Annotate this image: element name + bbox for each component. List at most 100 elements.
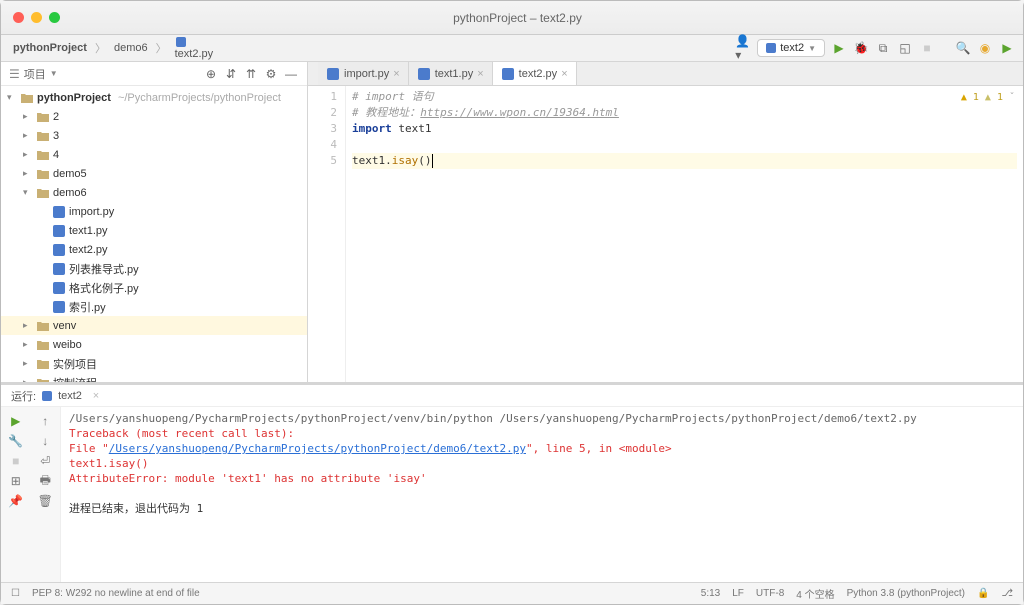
close-icon[interactable]: ×: [477, 68, 483, 80]
tree-folder[interactable]: ▸3: [1, 126, 307, 145]
run-body: ▶ ↑ 🔧 ↓ ■ ⏎ ⊞ 🖶 📌 🗑 /Users/yanshuopeng/P…: [1, 407, 1023, 582]
sidebar-menu-icon[interactable]: ☰: [9, 67, 20, 81]
minimize-window-icon[interactable]: [31, 12, 42, 23]
tree-file[interactable]: 索引.py: [1, 297, 307, 316]
wrap-icon[interactable]: ⏎: [31, 451, 61, 471]
line-gutter: 12345: [308, 86, 346, 382]
stop-icon[interactable]: ■: [1, 451, 31, 471]
collapse-icon[interactable]: ⇈: [243, 66, 259, 82]
tree-folder[interactable]: ▸4: [1, 145, 307, 164]
window-title: pythonProject – text2.py: [72, 11, 963, 25]
tree-root[interactable]: ▾pythonProject~/PycharmProjects/pythonPr…: [1, 88, 307, 107]
more-icon[interactable]: ▶: [999, 40, 1015, 56]
up-icon[interactable]: ↑: [31, 411, 61, 431]
status-position[interactable]: 5:13: [701, 588, 720, 599]
tool-icon[interactable]: 🔧: [1, 431, 31, 451]
tree-folder[interactable]: ▸weibo: [1, 335, 307, 354]
stop-icon[interactable]: ■: [919, 40, 935, 56]
console-line: /Users/yanshuopeng/PycharmProjects/pytho…: [69, 411, 1015, 426]
editor-body: 12345 ▲1 ▲1 ˇ # import 语句# 教程地址：https://…: [308, 86, 1023, 382]
trash-icon[interactable]: 🗑: [31, 491, 61, 511]
zoom-window-icon[interactable]: [49, 12, 60, 23]
gear-icon[interactable]: ⚙: [263, 66, 279, 82]
code-line[interactable]: [352, 137, 1017, 153]
tree-folder[interactable]: ▸实例项目: [1, 354, 307, 373]
python-file-icon: [501, 67, 515, 81]
run-config-select[interactable]: text2 ▼: [757, 39, 825, 57]
close-icon[interactable]: ×: [88, 388, 104, 404]
breadcrumb-item[interactable]: pythonProject: [9, 40, 91, 56]
python-file-icon: [766, 43, 776, 53]
tree-file[interactable]: text1.py: [1, 221, 307, 240]
tree-folder[interactable]: ▸控制流程: [1, 373, 307, 382]
lock-icon[interactable]: 🔒: [977, 588, 989, 599]
breadcrumb: pythonProject 〉 demo6 〉 text2.py: [9, 34, 731, 62]
code-line[interactable]: text1.isay(): [352, 153, 1017, 169]
code-line[interactable]: [352, 169, 1017, 185]
close-icon[interactable]: ×: [561, 68, 567, 80]
tree-file[interactable]: 格式化例子.py: [1, 278, 307, 297]
breadcrumb-item[interactable]: demo6: [110, 40, 152, 56]
chevron-down-icon[interactable]: ▼: [50, 69, 58, 78]
folder-icon: [36, 167, 50, 181]
code-line[interactable]: import text1: [352, 121, 1017, 137]
code-line[interactable]: # import 语句: [352, 89, 1017, 105]
settings-icon[interactable]: ◉: [977, 40, 993, 56]
down-icon[interactable]: ↓: [31, 431, 61, 451]
coverage-icon[interactable]: ⧉: [875, 40, 891, 56]
layout-icon[interactable]: ⊞: [1, 471, 31, 491]
python-file-icon: [52, 205, 66, 219]
locate-icon[interactable]: ⊕: [203, 66, 219, 82]
hide-icon[interactable]: —: [283, 66, 299, 82]
rerun-icon[interactable]: ▶: [1, 411, 31, 431]
tree-folder[interactable]: ▸venv: [1, 316, 307, 335]
status-encoding[interactable]: UTF-8: [756, 588, 784, 599]
status-lineend[interactable]: LF: [732, 588, 744, 599]
editor-tab[interactable]: text2.py×: [493, 62, 577, 85]
branch-icon[interactable]: ⎇: [1001, 588, 1013, 599]
event-log-icon[interactable]: ☐: [11, 588, 20, 599]
close-icon[interactable]: ×: [393, 68, 399, 80]
print-icon[interactable]: 🖶: [31, 471, 61, 491]
tree-file[interactable]: import.py: [1, 202, 307, 221]
code-line[interactable]: # 教程地址：https://www.wpon.cn/19364.html: [352, 105, 1017, 121]
editor-pane: import.py×text1.py×text2.py× 12345 ▲1 ▲1…: [308, 62, 1023, 382]
sidebar-header: ☰ 项目 ▼ ⊕ ⇵ ⇈ ⚙ —: [1, 62, 307, 86]
console-output[interactable]: /Users/yanshuopeng/PycharmProjects/pytho…: [61, 407, 1023, 582]
tree-folder[interactable]: ▸2: [1, 107, 307, 126]
run-tab-label[interactable]: text2: [58, 390, 82, 402]
folder-icon: [36, 338, 50, 352]
tree-folder[interactable]: ▸demo5: [1, 164, 307, 183]
python-file-icon: [42, 391, 52, 401]
toolbar-right: 👤▾ text2 ▼ ▶ 🐞 ⧉ ◱ ■ 🔍 ◉ ▶: [735, 39, 1015, 57]
project-tree[interactable]: ▾pythonProject~/PycharmProjects/pythonPr…: [1, 86, 307, 382]
tree-file[interactable]: 列表推导式.py: [1, 259, 307, 278]
expand-icon[interactable]: ⇵: [223, 66, 239, 82]
status-indent[interactable]: 4 个空格: [796, 586, 834, 601]
traceback-link[interactable]: /Users/yanshuopeng/PycharmProjects/pytho…: [109, 442, 526, 455]
inspection-badges[interactable]: ▲1 ▲1 ˇ: [961, 90, 1015, 106]
code-area[interactable]: ▲1 ▲1 ˇ # import 语句# 教程地址：https://www.wp…: [346, 86, 1023, 382]
folder-icon: [36, 357, 50, 371]
breadcrumb-item[interactable]: text2.py: [171, 34, 218, 62]
editor-tab[interactable]: text1.py×: [409, 62, 493, 85]
tree-file[interactable]: text2.py: [1, 240, 307, 259]
close-window-icon[interactable]: [13, 12, 24, 23]
chevron-down-icon: ▼: [808, 44, 816, 53]
folder-icon: [36, 148, 50, 162]
search-icon[interactable]: 🔍: [955, 40, 971, 56]
folder-icon: [20, 91, 34, 105]
user-icon[interactable]: 👤▾: [735, 40, 751, 56]
python-file-icon: [52, 281, 66, 295]
console-line: text1.isay(): [69, 456, 1015, 471]
editor-tabs: import.py×text1.py×text2.py×: [308, 62, 1023, 86]
profile-icon[interactable]: ◱: [897, 40, 913, 56]
pin-icon[interactable]: 📌: [1, 491, 31, 511]
tree-folder[interactable]: ▾demo6: [1, 183, 307, 202]
run-icon[interactable]: ▶: [831, 40, 847, 56]
status-interpreter[interactable]: Python 3.8 (pythonProject): [847, 588, 965, 599]
status-pep[interactable]: PEP 8: W292 no newline at end of file: [32, 588, 200, 599]
window-controls: [1, 2, 72, 33]
debug-icon[interactable]: 🐞: [853, 40, 869, 56]
editor-tab[interactable]: import.py×: [318, 62, 409, 85]
